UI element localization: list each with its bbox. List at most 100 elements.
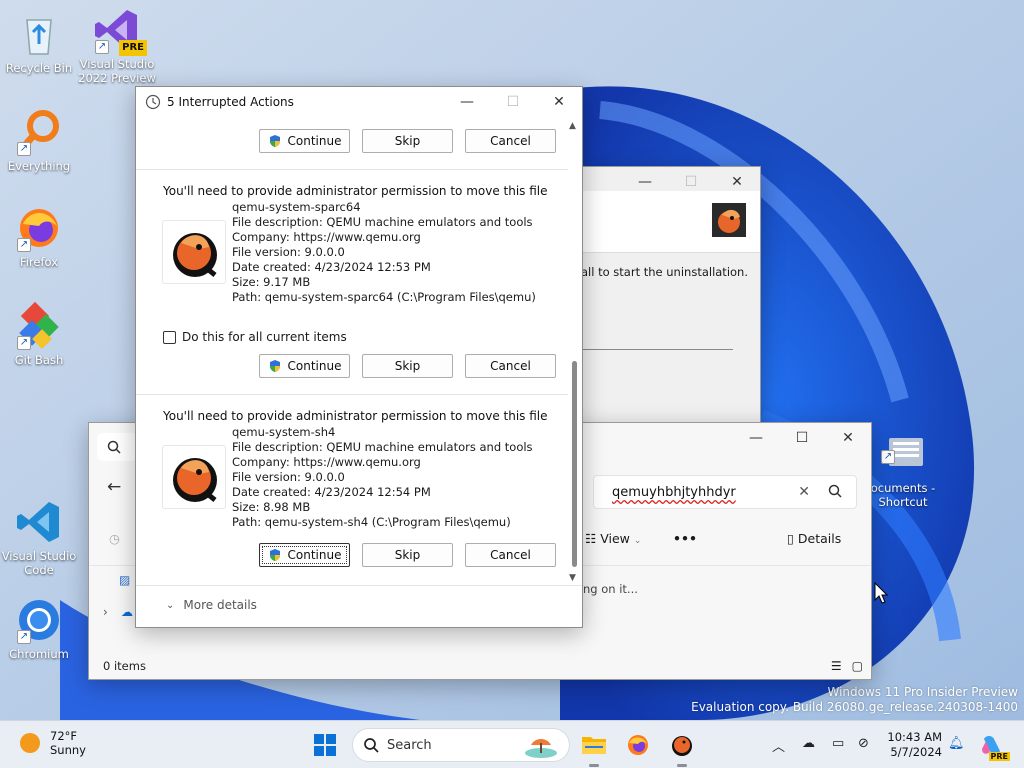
- search-icon: [107, 440, 121, 454]
- display-icon[interactable]: ▭: [832, 736, 844, 751]
- uninstall-window[interactable]: — ☐ ✕ all to start the uninstallation.: [579, 166, 761, 428]
- shortcut-arrow-icon: ↗: [881, 450, 895, 464]
- close-button[interactable]: ✕: [536, 87, 582, 117]
- file-date-created: Date created: 4/23/2024 12:54 PM: [232, 485, 431, 499]
- cancel-button[interactable]: Cancel: [465, 129, 556, 153]
- shortcut-arrow-icon: ↗: [17, 630, 31, 644]
- item-action-buttons: Continue Skip Cancel: [259, 129, 556, 153]
- qemu-file-icon: [173, 458, 217, 502]
- explorer-search-input[interactable]: qemuyhbhjtyhhdyr: [612, 485, 736, 500]
- tiles-view-icon[interactable]: ▢: [852, 659, 863, 673]
- taskbar-search-placeholder: Search: [387, 738, 432, 753]
- desktop-icon-visual-studio-2022[interactable]: PRE ↗ Visual Studio 2022 Preview: [78, 6, 156, 85]
- skip-button[interactable]: Skip: [362, 543, 453, 567]
- details-pane-button[interactable]: ▯ Details: [787, 531, 841, 546]
- scroll-down-icon[interactable]: ▼: [569, 573, 576, 583]
- dialog-title: 5 Interrupted Actions: [167, 95, 294, 109]
- folder-icon: [582, 737, 606, 754]
- desktop-icon-recycle-bin[interactable]: Recycle Bin: [0, 10, 78, 75]
- dialog-footer: ⌄ More details: [136, 585, 582, 627]
- clock-date: 5/7/2024: [890, 745, 942, 759]
- skip-button[interactable]: Skip: [362, 354, 453, 378]
- desktop-icon-firefox[interactable]: ↗ Firefox: [0, 204, 78, 269]
- list-view-icon[interactable]: ☰: [831, 659, 842, 673]
- status-bar-item-count: 0 items: [103, 659, 146, 673]
- file-name: qemu-system-sparc64: [232, 200, 361, 214]
- scrollbar-thumb[interactable]: [572, 361, 577, 567]
- shortcut-arrow-icon: ↗: [17, 142, 31, 156]
- cancel-button[interactable]: Cancel: [465, 354, 556, 378]
- dialog-scroll-area[interactable]: Continue Skip Cancel You'll need to prov…: [136, 117, 568, 587]
- chevron-right-icon[interactable]: ›: [103, 605, 108, 619]
- network-volume-icon[interactable]: ⊘: [858, 736, 869, 751]
- dialog-title-bar[interactable]: 5 Interrupted Actions — ☐ ✕: [136, 87, 582, 117]
- documents-folder-icon: ↗: [879, 416, 927, 466]
- taskbar-copilot[interactable]: PRE: [976, 729, 1010, 761]
- skip-button[interactable]: Skip: [362, 129, 453, 153]
- notification-bell-icon[interactable]: 🔔︎: [948, 736, 965, 751]
- desktop-icon-chromium[interactable]: ↗ Chromium: [0, 596, 78, 661]
- chromium-icon: ↗: [15, 596, 63, 644]
- scroll-up-icon[interactable]: ▲: [569, 121, 576, 131]
- uac-shield-icon: [269, 135, 280, 147]
- dialog-caption-buttons: — ☐ ✕: [444, 87, 582, 117]
- uninstall-message: all to start the uninstallation.: [581, 265, 748, 279]
- taskbar-qemu-installer[interactable]: [666, 729, 698, 767]
- weather-widget[interactable]: 72°F Sunny: [20, 729, 86, 757]
- qemu-file-icon: [173, 233, 217, 277]
- taskbar-file-explorer[interactable]: [578, 729, 610, 767]
- taskbar-firefox[interactable]: [622, 729, 654, 761]
- continue-button[interactable]: Continue: [259, 543, 350, 567]
- qemu-icon: [672, 736, 692, 756]
- file-details: qemu-system-sparc64 File description: QE…: [232, 200, 536, 305]
- cloud-offline-icon[interactable]: ☁: [802, 736, 815, 751]
- onedrive-icon[interactable]: ☁: [121, 605, 133, 619]
- interrupted-item-0: Continue Skip Cancel: [136, 117, 568, 170]
- shortcut-arrow-icon: ↗: [95, 40, 109, 54]
- file-thumbnail: [162, 445, 226, 509]
- clear-search-icon[interactable]: ✕: [798, 484, 810, 500]
- close-button[interactable]: ✕: [825, 423, 871, 453]
- show-hidden-icons-chevron-icon[interactable]: ︿: [772, 736, 785, 755]
- view-menu[interactable]: ☷ View ⌄: [585, 531, 641, 546]
- file-version: File version: 9.0.0.0: [232, 245, 345, 259]
- preview-badge: PRE: [119, 40, 147, 56]
- search-icon[interactable]: [828, 484, 842, 498]
- maximize-button[interactable]: ☐: [779, 423, 825, 453]
- search-icon: [364, 738, 379, 753]
- desktop-icon-vscode[interactable]: Visual Studio Code: [0, 498, 78, 577]
- taskbar-search-box[interactable]: Search: [352, 728, 570, 762]
- dialog-scrollbar[interactable]: ▲ ▼: [568, 119, 580, 583]
- file-date-created: Date created: 4/23/2024 12:53 PM: [232, 260, 431, 274]
- explorer-search-box[interactable]: qemuyhbhjtyhhdyr ✕: [593, 475, 857, 509]
- maximize-button[interactable]: ☐: [490, 87, 536, 117]
- item-action-buttons: Continue Skip Cancel: [259, 354, 556, 378]
- more-options-button[interactable]: •••: [673, 531, 697, 546]
- recycle-bin-icon: [15, 10, 63, 58]
- clock-time: 10:43 AM: [887, 730, 942, 744]
- windows-start-icon[interactable]: [314, 734, 336, 756]
- desktop-icon-git-bash[interactable]: ↗ Git Bash: [0, 301, 78, 367]
- desktop-icon-everything[interactable]: ↗ Everything: [0, 108, 78, 173]
- cancel-button[interactable]: Cancel: [465, 543, 556, 567]
- file-path: Path: qemu-system-sh4 (C:\Program Files\…: [232, 515, 511, 529]
- more-details-toggle[interactable]: ⌄ More details: [166, 598, 257, 612]
- interrupted-actions-dialog[interactable]: 5 Interrupted Actions — ☐ ✕ Continue Ski…: [135, 86, 583, 628]
- file-name: qemu-system-sh4: [232, 425, 336, 439]
- file-thumbnail: [162, 220, 226, 284]
- weather-condition: Sunny: [50, 743, 86, 757]
- gallery-icon[interactable]: ▨: [119, 573, 130, 587]
- checkbox-box[interactable]: [163, 330, 176, 344]
- firefox-icon: [628, 735, 648, 755]
- taskbar-clock[interactable]: 10:43 AM 5/7/2024: [882, 730, 942, 760]
- copilot-preview-badge: PRE: [988, 752, 1010, 761]
- uac-shield-icon: [269, 549, 280, 561]
- explorer-caption-buttons: — ☐ ✕: [733, 423, 871, 453]
- continue-button[interactable]: Continue: [259, 129, 350, 153]
- explorer-tab[interactable]: [97, 433, 137, 461]
- continue-button[interactable]: Continue: [259, 354, 350, 378]
- minimize-button[interactable]: —: [733, 423, 779, 453]
- do-for-all-checkbox[interactable]: Do this for all current items: [163, 330, 347, 344]
- minimize-button[interactable]: —: [444, 87, 490, 117]
- empty-folder-message: ng on it...: [583, 582, 638, 596]
